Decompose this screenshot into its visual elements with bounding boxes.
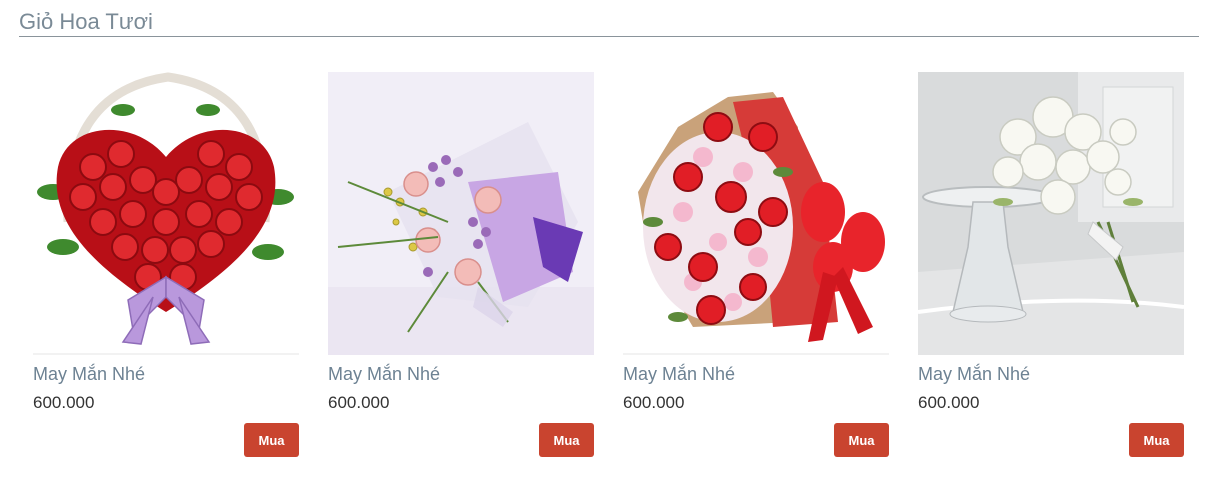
product-image[interactable]	[33, 72, 299, 355]
buy-button[interactable]: Mua	[539, 423, 594, 457]
product-card: May Mắn Nhé 600.000 Mua	[918, 72, 1184, 462]
product-name[interactable]: May Mắn Nhé	[328, 364, 440, 385]
product-price: 600.000	[33, 393, 95, 412]
product-image[interactable]	[623, 72, 889, 355]
product-name[interactable]: May Mắn Nhé	[623, 364, 735, 385]
product-name[interactable]: May Mắn Nhé	[33, 364, 145, 385]
buy-button[interactable]: Mua	[244, 423, 299, 457]
product-card: May Mắn Nhé 600.000 Mua	[33, 72, 299, 462]
product-card: May Mắn Nhé 600.000 Mua	[328, 72, 594, 462]
buy-button[interactable]: Mua	[834, 423, 889, 457]
buy-button[interactable]: Mua	[1129, 423, 1184, 457]
product-price: 600.000	[918, 393, 980, 412]
product-image[interactable]	[328, 72, 594, 355]
product-card: May Mắn Nhé 600.000 Mua	[623, 72, 889, 462]
product-price: 600.000	[328, 393, 390, 412]
product-image[interactable]	[918, 72, 1184, 355]
product-grid: May Mắn Nhé 600.000 Mua May Mắn Nhé 600.…	[0, 0, 1206, 478]
product-name[interactable]: May Mắn Nhé	[918, 364, 1030, 385]
product-price: 600.000	[623, 393, 685, 412]
